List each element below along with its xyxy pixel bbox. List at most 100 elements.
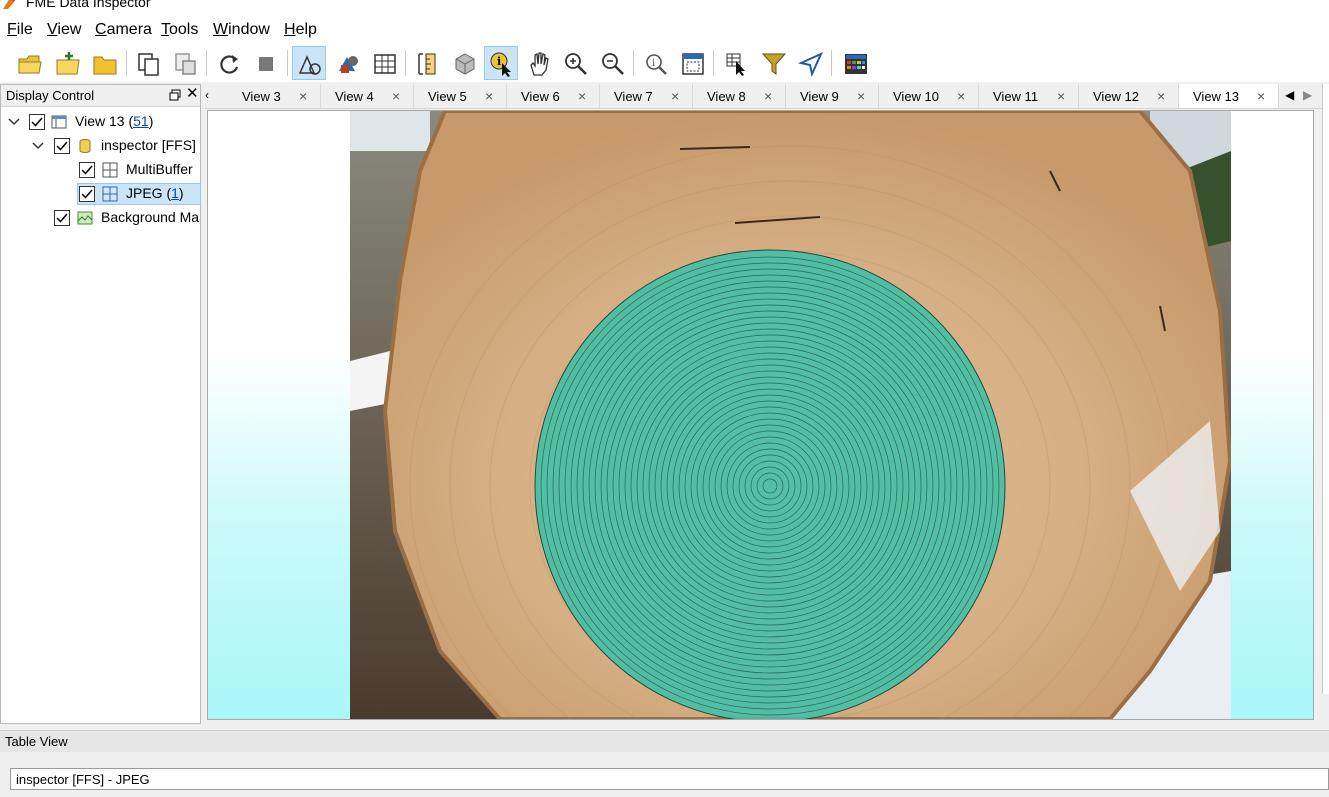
- svg-text:i: i: [497, 55, 501, 68]
- menu-bar: File View Camera Tools Window Help: [0, 12, 1329, 46]
- pan-button[interactable]: [521, 46, 555, 80]
- inspect-button[interactable]: i: [638, 46, 672, 80]
- zoom-in-button[interactable]: [558, 46, 592, 80]
- table-view-header: Table View: [0, 730, 1329, 752]
- tab-view-12[interactable]: View 12 ×: [1079, 84, 1179, 108]
- view-window-icon: [51, 115, 67, 129]
- tab-view-8[interactable]: View 8 ×: [693, 84, 786, 108]
- display-control-panel: Display Control ✕ View 13 (51) inspector…: [0, 84, 201, 724]
- tree-item-inspector-ffs[interactable]: inspector [FFS]: [1, 135, 200, 157]
- refresh-button[interactable]: [211, 46, 245, 80]
- close-tab-icon[interactable]: ×: [957, 88, 965, 104]
- select-info-button[interactable]: i: [484, 46, 518, 80]
- check-icon: [56, 213, 68, 223]
- filter-button[interactable]: [756, 46, 790, 80]
- main-toolbar: i i: [0, 46, 1329, 82]
- paste-button[interactable]: [168, 46, 202, 80]
- feature-types-button[interactable]: [292, 46, 326, 80]
- grid-icon: [374, 54, 396, 74]
- tab-view-7[interactable]: View 7 ×: [600, 84, 693, 108]
- menu-help[interactable]: Help: [284, 21, 317, 39]
- table-selector-dropdown[interactable]: inspector [FFS] - JPEG: [10, 768, 1329, 790]
- tab-view-11[interactable]: View 11 ×: [979, 84, 1079, 108]
- close-tab-icon[interactable]: ×: [299, 88, 307, 104]
- display-control-header: Display Control ✕: [1, 85, 200, 107]
- table-view-button[interactable]: [367, 46, 401, 80]
- tab-scroll-left-icon[interactable]: ‹: [205, 88, 209, 102]
- menu-window[interactable]: Window: [213, 21, 270, 39]
- close-tab-icon[interactable]: ×: [1157, 88, 1165, 104]
- menu-tools[interactable]: Tools: [161, 21, 198, 39]
- tab-scroll-right-arrow-icon[interactable]: ▶: [1303, 88, 1312, 102]
- cube-button[interactable]: [447, 46, 481, 80]
- checkbox[interactable]: [54, 210, 70, 226]
- tree-item-view-13[interactable]: View 13 (51): [1, 111, 200, 133]
- checkbox[interactable]: [54, 138, 70, 154]
- add-folder-icon: [56, 52, 80, 75]
- tab-view-5[interactable]: View 5 ×: [414, 84, 507, 108]
- tree-item-label: View 13 (: [75, 113, 134, 129]
- color-palette-button[interactable]: [838, 46, 872, 80]
- menu-camera[interactable]: Camera: [95, 21, 152, 39]
- measure-button[interactable]: [410, 46, 444, 80]
- open-dataset-button[interactable]: [12, 46, 46, 80]
- tree-item-background-map[interactable]: Background Map: [1, 207, 200, 229]
- close-tab-icon[interactable]: ×: [1257, 88, 1265, 104]
- feature-count-link[interactable]: 1: [171, 185, 179, 201]
- close-tab-icon[interactable]: ×: [485, 88, 493, 104]
- select-features-button[interactable]: [719, 46, 753, 80]
- close-tab-icon[interactable]: ×: [578, 88, 586, 104]
- multibuffer-rings: [534, 249, 1006, 719]
- magnifier-info-icon: i: [646, 54, 667, 75]
- zoom-out-button[interactable]: [595, 46, 629, 80]
- close-panel-icon[interactable]: ✕: [186, 86, 199, 102]
- close-tab-icon[interactable]: ×: [764, 88, 772, 104]
- paste-icon: [175, 53, 196, 75]
- open-folder-icon: [18, 55, 42, 74]
- display-control-title: Display Control: [6, 88, 95, 103]
- view-tabs: ‹ View 3 × View 4 × View 5 × View 6 × View 7…: [205, 84, 1329, 109]
- navigation-arrow-icon: [798, 52, 823, 77]
- open-folder-button[interactable]: [87, 46, 121, 80]
- close-tab-icon[interactable]: ×: [1057, 88, 1065, 104]
- navigate-button[interactable]: [793, 46, 827, 80]
- tree-item-jpeg[interactable]: JPEG (1): [1, 183, 201, 205]
- copy-button[interactable]: [131, 46, 165, 80]
- zoom-out-icon: [602, 53, 624, 75]
- checkbox[interactable]: [79, 162, 95, 178]
- tab-scroll-left-arrow-icon[interactable]: ◀: [1285, 88, 1294, 102]
- tab-view-9[interactable]: View 9 ×: [786, 84, 879, 108]
- selected-table-value: inspector [FFS] - JPEG: [16, 772, 150, 787]
- zoom-extents-icon: [682, 53, 704, 75]
- checkbox[interactable]: [29, 114, 45, 130]
- close-tab-icon[interactable]: ×: [671, 88, 679, 104]
- title-bar: FME Data Inspector: [0, 0, 1329, 12]
- map-view[interactable]: [207, 110, 1314, 720]
- checkbox[interactable]: [79, 186, 95, 202]
- close-tab-icon[interactable]: ×: [392, 88, 400, 104]
- stop-icon: [259, 57, 273, 71]
- tab-view-6[interactable]: View 6 ×: [507, 84, 600, 108]
- zoom-extents-button[interactable]: [675, 46, 709, 80]
- tab-view-13[interactable]: View 13 ×: [1179, 84, 1279, 108]
- add-dataset-button[interactable]: [50, 46, 84, 80]
- close-tab-icon[interactable]: ×: [857, 88, 865, 104]
- chevron-down-icon[interactable]: [7, 115, 21, 129]
- tab-view-10[interactable]: View 10 ×: [879, 84, 979, 108]
- shapes-icon: [298, 55, 321, 75]
- info-pointer-icon: i: [490, 52, 511, 77]
- zoom-in-icon: [565, 53, 587, 75]
- stop-button[interactable]: [248, 46, 282, 80]
- menu-file[interactable]: File: [7, 21, 33, 39]
- 3d-view-button[interactable]: [330, 46, 364, 80]
- float-panel-icon[interactable]: [169, 89, 181, 101]
- svg-text:i: i: [652, 58, 655, 69]
- chevron-down-icon[interactable]: [31, 139, 45, 153]
- menu-view[interactable]: View: [47, 21, 81, 39]
- feature-count-link[interactable]: 51: [133, 113, 149, 129]
- tree-item-label: inspector [FFS]: [101, 137, 196, 153]
- tab-view-4[interactable]: View 4 ×: [321, 84, 414, 108]
- jpeg-raster-image: [350, 111, 1231, 719]
- tree-item-multibuffer[interactable]: MultiBuffer: [1, 159, 200, 181]
- tab-view-3[interactable]: View 3 ×: [228, 84, 321, 108]
